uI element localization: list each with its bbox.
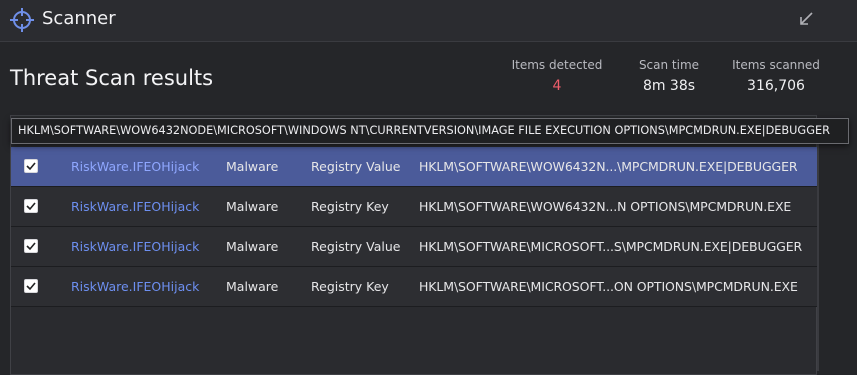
threat-location: HKLM\SOFTWARE\MICROSOFT...ON OPTIONS\MPC… <box>419 279 798 294</box>
threat-location: HKLM\SOFTWARE\WOW6432N...N OPTIONS\MPCMD… <box>419 199 792 214</box>
title-bar: Scanner <box>0 0 857 42</box>
stat-label: Items scanned <box>732 58 820 72</box>
threat-type: Registry Value <box>311 239 401 254</box>
threat-type: Registry Value <box>311 159 401 174</box>
table-row[interactable]: RiskWare.IFEOHijack Malware Registry Val… <box>11 147 817 187</box>
stat-items-detected: Items detected 4 <box>510 58 604 94</box>
threat-category: Malware <box>226 279 279 294</box>
threat-location: HKLM\SOFTWARE\MICROSOFT...S\MPCMDRUN.EXE… <box>419 239 803 254</box>
row-checkbox[interactable] <box>24 159 38 173</box>
row-checkbox[interactable] <box>24 239 38 253</box>
table-row[interactable]: RiskWare.IFEOHijack Malware Registry Val… <box>11 227 817 267</box>
table-row[interactable]: RiskWare.IFEOHijack Malware Registry Key… <box>11 267 817 307</box>
row-checkbox[interactable] <box>24 279 38 293</box>
row-checkbox[interactable] <box>24 199 38 213</box>
stat-items-scanned: Items scanned 316,706 <box>728 58 824 94</box>
app-title: Scanner <box>42 8 116 29</box>
minimize-arrow-icon[interactable] <box>797 10 815 28</box>
checkmark-icon <box>26 242 36 251</box>
threat-type: Registry Key <box>311 279 389 294</box>
threat-category: Malware <box>226 239 279 254</box>
page-title: Threat Scan results <box>10 66 214 90</box>
checkmark-icon <box>26 282 36 291</box>
threat-category: Malware <box>226 199 279 214</box>
stat-value: 4 <box>552 78 562 94</box>
threat-location: HKLM\SOFTWARE\WOW6432N...\MPCMDRUN.EXE|D… <box>419 159 798 174</box>
checkmark-icon <box>26 162 36 171</box>
threat-name[interactable]: RiskWare.IFEOHijack <box>71 159 199 174</box>
stat-value: 8m 38s <box>642 78 696 94</box>
threat-category: Malware <box>226 159 279 174</box>
table-row[interactable]: RiskWare.IFEOHijack Malware Registry Key… <box>11 187 817 227</box>
stat-label: Scan time <box>638 58 700 72</box>
location-tooltip: HKLM\SOFTWARE\WOW6432NODE\MICROSOFT\WIND… <box>11 118 849 144</box>
threat-name[interactable]: RiskWare.IFEOHijack <box>71 239 199 254</box>
stat-scan-time: Scan time 8m 38s <box>632 58 706 94</box>
checkmark-icon <box>26 202 36 211</box>
stat-label: Items detected <box>511 58 603 72</box>
threat-name[interactable]: RiskWare.IFEOHijack <box>71 279 199 294</box>
scrollbar[interactable] <box>817 144 819 371</box>
crosshair-icon <box>10 8 34 32</box>
threat-type: Registry Key <box>311 199 389 214</box>
stat-value: 316,706 <box>747 78 805 94</box>
threat-name[interactable]: RiskWare.IFEOHijack <box>71 199 199 214</box>
